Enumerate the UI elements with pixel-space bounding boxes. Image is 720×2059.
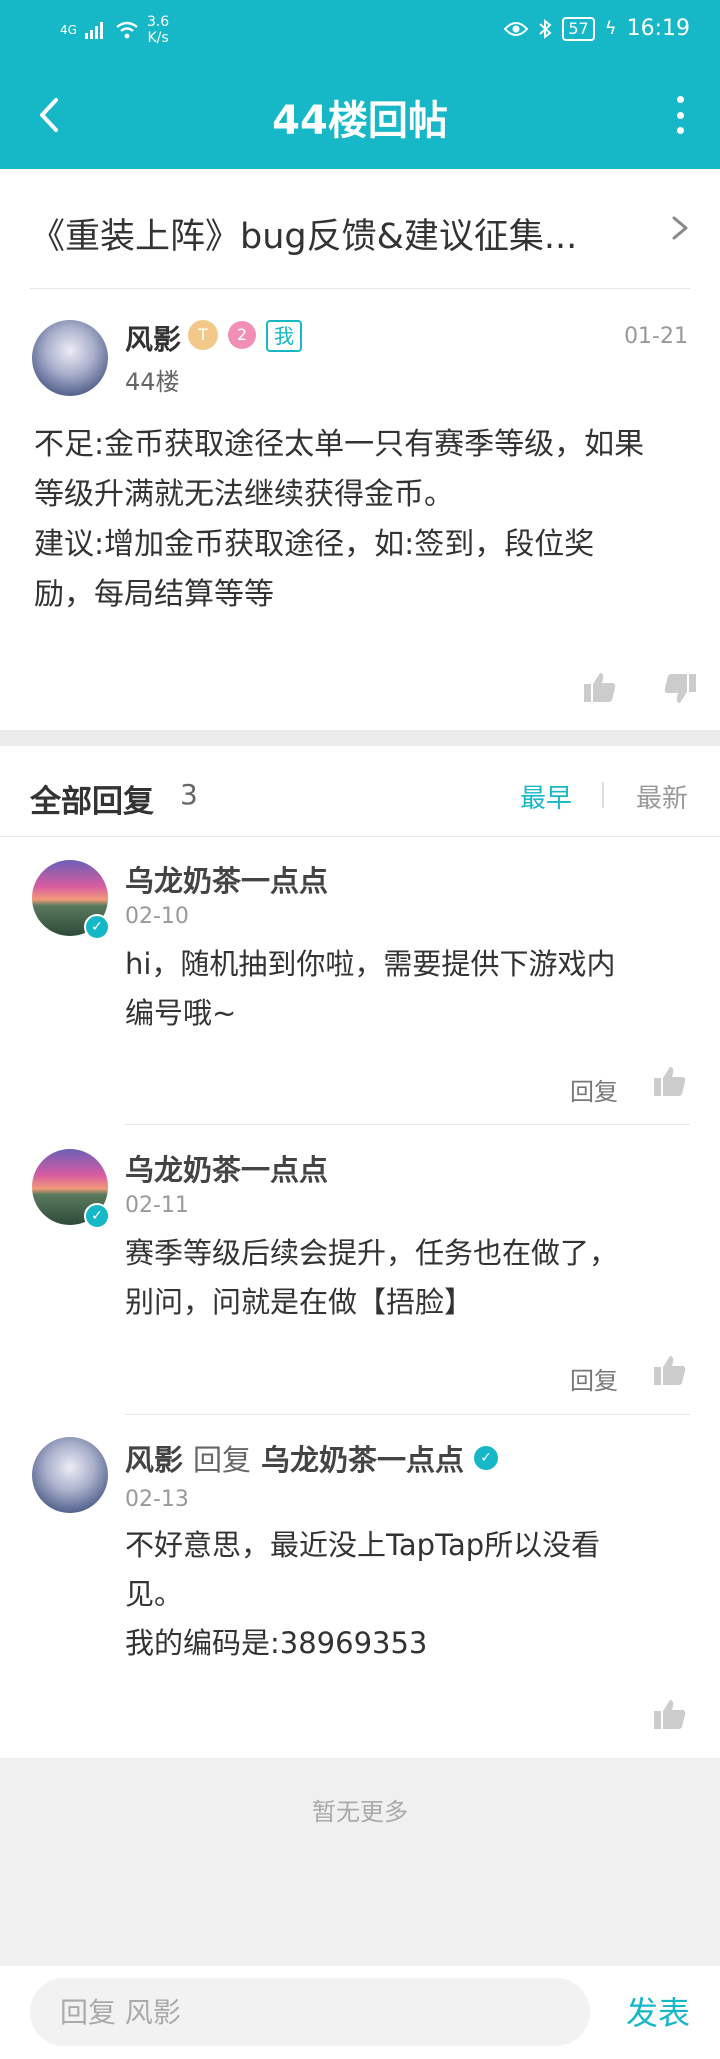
reply-date: 02-11: [125, 1193, 189, 1218]
thumbs-up-icon[interactable]: [652, 1697, 688, 1733]
post-line: 等级升满就无法继续获得金币。: [34, 477, 454, 512]
reply-input-bar: 发表: [0, 1966, 720, 2059]
more-dot-icon: [676, 96, 684, 103]
rank-badge-icon: 2: [228, 321, 256, 349]
sort-latest-tab[interactable]: 最新: [636, 778, 688, 815]
sort-earliest-tab[interactable]: 最早: [520, 778, 572, 815]
thumbs-up-icon[interactable]: [652, 1353, 688, 1389]
list-end-area: 暂无更多: [0, 1758, 720, 1966]
network-speed: 3.6 K/s: [146, 14, 170, 46]
eye-icon: [504, 21, 529, 36]
reply-to-label: 回复: [193, 1443, 252, 1477]
divider: [30, 288, 690, 289]
reply-line: 别问，问就是在做【捂脸】: [125, 1285, 474, 1319]
post-author[interactable]: 风影: [125, 318, 181, 358]
charging-icon: ϟ: [604, 18, 617, 39]
reply-item: ✓ 乌龙奶茶一点点 02-10 hi，随机抽到你啦，需要提供下游戏内 编号哦~ …: [0, 836, 720, 1126]
replies-title: 全部回复: [30, 784, 154, 820]
reply-author[interactable]: 乌龙奶茶一点点: [125, 1147, 328, 1189]
replies-header: 全部回复 3 最早 最新: [0, 746, 720, 836]
top-bar: 4G 3.6 K/s 57 ϟ 16:19 44楼回帖: [0, 0, 720, 169]
reply-author[interactable]: 乌龙奶茶一点点: [125, 858, 328, 900]
reply-content: 赛季等级后续会提升，任务也在做了， 别问，问就是在做【捂脸】: [125, 1229, 685, 1327]
reply-author[interactable]: 风影: [125, 1437, 183, 1479]
battery-icon: 57: [562, 16, 595, 41]
reply-date: 02-10: [125, 904, 189, 929]
wifi-icon: [116, 21, 138, 39]
post-content: 不足:金币获取途径太单一只有赛季等级，如果 等级升满就无法继续获得金币。 建议:…: [34, 420, 694, 620]
post-line: 励，每局结算等等: [34, 577, 274, 612]
topic-link[interactable]: 《重装上阵》bug反馈&建议征集...: [0, 170, 720, 288]
level-badge-icon: T: [188, 320, 218, 350]
reply-line: 不好意思，最近没上TapTap所以没看: [125, 1528, 601, 1562]
reply-line: 见。: [125, 1577, 184, 1611]
reply-line: 编号哦~: [125, 996, 237, 1030]
clock: 16:19: [626, 16, 690, 41]
reply-line: 赛季等级后续会提升，任务也在做了，: [125, 1236, 619, 1270]
more-dot-icon: [676, 127, 684, 134]
verified-icon: ✓: [84, 1203, 110, 1229]
reply-item: ✓ 乌龙奶茶一点点 02-11 赛季等级后续会提升，任务也在做了， 别问，问就是…: [0, 1125, 720, 1415]
system-status: 57 ϟ 16:19: [504, 16, 690, 41]
status-bar: 4G 3.6 K/s 57 ϟ 16:19: [0, 0, 720, 56]
section-gap: [0, 730, 720, 746]
divider: [602, 782, 604, 808]
avatar[interactable]: [32, 1437, 108, 1513]
reply-target[interactable]: 乌龙奶茶一点点: [261, 1437, 464, 1479]
nav-bar: 44楼回帖: [0, 70, 720, 160]
send-button[interactable]: 发表: [626, 1988, 690, 2034]
thumbs-down-icon[interactable]: [662, 670, 698, 706]
signal-bars-icon: [84, 22, 103, 39]
reply-line: 我的编码是:38969353: [125, 1626, 428, 1660]
reply-input[interactable]: [30, 1978, 590, 2046]
post-line: 建议:增加金币获取途径，如:签到，段位奖: [34, 527, 595, 562]
more-menu-button[interactable]: [670, 90, 690, 140]
signal-icon: 4G: [60, 23, 77, 37]
thumbs-up-icon[interactable]: [652, 1064, 688, 1100]
chevron-right-icon: [672, 216, 688, 240]
verified-icon: ✓: [474, 1446, 499, 1470]
reply-header-line: 风影 回复 乌龙奶茶一点点 ✓: [125, 1437, 499, 1479]
network-status: 4G 3.6 K/s: [60, 14, 169, 46]
reply-content: hi，随机抽到你啦，需要提供下游戏内 编号哦~: [125, 940, 685, 1038]
main-post: 风影 T 2 我 01-21 44楼 不足:金币获取途径太单一只有赛季等级，如果…: [0, 290, 720, 730]
page-title: 44楼回帖: [272, 98, 448, 144]
thumbs-up-icon[interactable]: [582, 670, 618, 706]
reply-date: 02-13: [125, 1487, 189, 1512]
topic-title: 《重装上阵》bug反馈&建议征集...: [30, 217, 578, 257]
reply-line: hi，随机抽到你啦，需要提供下游戏内: [125, 947, 616, 981]
reply-button[interactable]: 回复: [570, 1361, 618, 1396]
post-floor: 44楼: [125, 368, 180, 396]
more-dot-icon: [676, 111, 684, 119]
replies-count: 3: [180, 778, 198, 811]
reply-button[interactable]: 回复: [570, 1072, 618, 1107]
reply-item: 风影 回复 乌龙奶茶一点点 ✓ 02-13 不好意思，最近没上TapTap所以没…: [0, 1415, 720, 1758]
no-more-label: 暂无更多: [312, 1798, 408, 1826]
post-date: 01-21: [624, 324, 688, 349]
avatar[interactable]: [32, 320, 108, 396]
post-line: 不足:金币获取途径太单一只有赛季等级，如果: [34, 427, 645, 462]
verified-icon: ✓: [84, 914, 110, 940]
bluetooth-icon: [539, 18, 552, 39]
me-tag: 我: [266, 320, 302, 352]
reply-content: 不好意思，最近没上TapTap所以没看 见。 我的编码是:38969353: [125, 1521, 685, 1668]
